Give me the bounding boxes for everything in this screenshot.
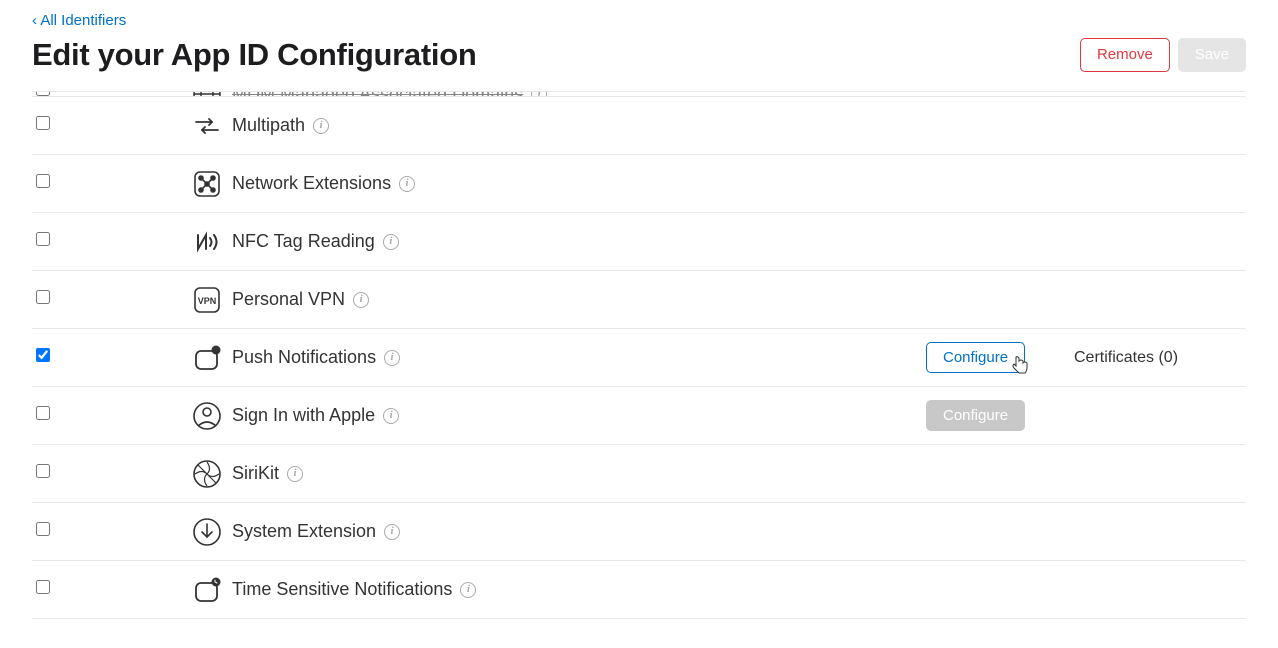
capability-checkbox[interactable] bbox=[36, 464, 50, 478]
person-icon bbox=[192, 401, 222, 431]
download-icon bbox=[192, 517, 222, 547]
capability-checkbox[interactable] bbox=[36, 580, 50, 594]
info-icon[interactable]: i bbox=[384, 350, 400, 366]
siri-icon bbox=[192, 459, 222, 489]
info-icon[interactable]: i bbox=[384, 524, 400, 540]
configure-button[interactable]: Configure bbox=[926, 342, 1025, 373]
capability-name: MDM Managed Associated Domains bbox=[232, 92, 523, 96]
capability-row-personal-vpn: VPN Personal VPN i bbox=[32, 271, 1246, 329]
capability-name: Network Extensions bbox=[232, 173, 391, 194]
capability-checkbox[interactable] bbox=[36, 232, 50, 246]
info-icon[interactable]: i bbox=[531, 92, 547, 96]
push-icon bbox=[192, 343, 222, 373]
configure-button-disabled: Configure bbox=[926, 400, 1025, 431]
info-icon[interactable]: i bbox=[313, 118, 329, 134]
capability-name: SiriKit bbox=[232, 463, 279, 484]
info-icon[interactable]: i bbox=[399, 176, 415, 192]
capability-name: Personal VPN bbox=[232, 289, 345, 310]
globe-icon bbox=[192, 92, 222, 96]
vpn-icon: VPN bbox=[192, 285, 222, 315]
capability-row-time-sensitive: Time Sensitive Notifications i bbox=[32, 561, 1246, 619]
capability-name: Sign In with Apple bbox=[232, 405, 375, 426]
capability-name: Multipath bbox=[232, 115, 305, 136]
capability-name: Push Notifications bbox=[232, 347, 376, 368]
capability-row-push: Push Notifications i Configure Certifica… bbox=[32, 329, 1246, 387]
capability-name: System Extension bbox=[232, 521, 376, 542]
capabilities-list: MDM Managed Associated Domains i Multipa… bbox=[0, 91, 1278, 619]
page-title: Edit your App ID Configuration bbox=[32, 37, 476, 73]
time-notification-icon bbox=[192, 575, 222, 605]
capability-name: NFC Tag Reading bbox=[232, 231, 375, 252]
capability-checkbox[interactable] bbox=[36, 348, 50, 362]
capability-row-multipath: Multipath i bbox=[32, 97, 1246, 155]
capability-row-sirikit: SiriKit i bbox=[32, 445, 1246, 503]
capability-name: Time Sensitive Notifications bbox=[232, 579, 452, 600]
info-icon[interactable]: i bbox=[460, 582, 476, 598]
capability-checkbox[interactable] bbox=[36, 174, 50, 188]
cursor-icon bbox=[1011, 355, 1029, 380]
info-icon[interactable]: i bbox=[383, 408, 399, 424]
network-icon bbox=[192, 169, 222, 199]
remove-button[interactable]: Remove bbox=[1080, 38, 1170, 72]
capability-row-nfc: NFC Tag Reading i bbox=[32, 213, 1246, 271]
save-button: Save bbox=[1178, 38, 1246, 72]
back-link[interactable]: ‹ All Identifiers bbox=[0, 0, 158, 37]
certificates-label: Certificates (0) bbox=[1046, 349, 1246, 367]
capability-row-network-ext: Network Extensions i bbox=[32, 155, 1246, 213]
info-icon[interactable]: i bbox=[287, 466, 303, 482]
info-icon[interactable]: i bbox=[383, 234, 399, 250]
capability-checkbox[interactable] bbox=[36, 116, 50, 130]
capability-row-system-ext: System Extension i bbox=[32, 503, 1246, 561]
capability-checkbox[interactable] bbox=[36, 406, 50, 420]
capability-checkbox[interactable] bbox=[36, 290, 50, 304]
header: Edit your App ID Configuration Remove Sa… bbox=[0, 37, 1278, 91]
svg-text:VPN: VPN bbox=[198, 296, 217, 306]
multipath-icon bbox=[192, 111, 222, 141]
info-icon[interactable]: i bbox=[353, 292, 369, 308]
capability-row-siwa: Sign In with Apple i Configure bbox=[32, 387, 1246, 445]
nfc-icon bbox=[192, 227, 222, 257]
capability-checkbox[interactable] bbox=[36, 522, 50, 536]
capability-checkbox[interactable] bbox=[36, 92, 50, 96]
